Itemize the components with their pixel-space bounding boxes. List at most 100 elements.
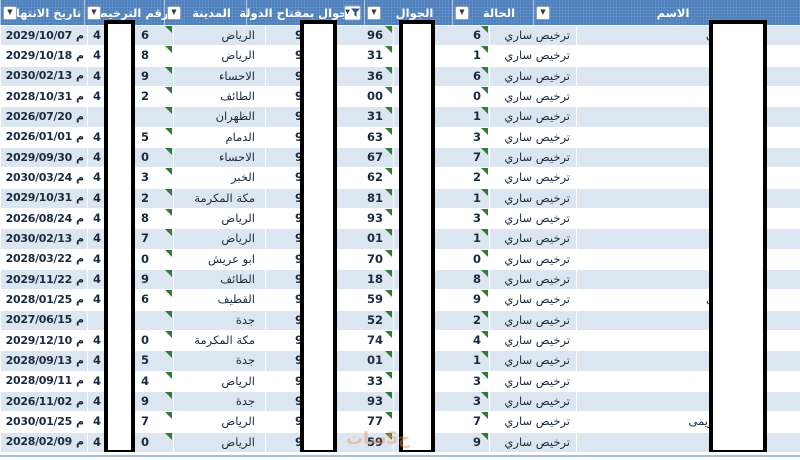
cell-status[interactable]: ترخيص ساري (489, 127, 576, 147)
cell-status[interactable]: ترخيص ساري (489, 106, 576, 126)
cell-expiry-date[interactable]: 2026/11/02 م (0, 391, 87, 411)
cell-city[interactable]: مكة المكرمة (173, 188, 265, 208)
filter-dropdown-icon[interactable]: ▼ (367, 5, 381, 20)
cell-status[interactable]: ترخيص ساري (489, 432, 576, 452)
cell-expiry-date[interactable]: 2029/12/10 م (0, 330, 87, 350)
status-value: ترخيص ساري (504, 48, 570, 63)
filter-dropdown-icon[interactable]: ▼ (167, 5, 181, 20)
cell-city[interactable]: الرياض (173, 45, 265, 65)
cell-expiry-date[interactable]: 2029/11/22 م (0, 269, 87, 289)
cell-city[interactable]: الطائف (173, 86, 265, 106)
cell-status[interactable]: ترخيص ساري (489, 188, 576, 208)
phone-intl-suffix: 81 (366, 190, 383, 205)
cell-city[interactable]: الرياض (173, 411, 265, 431)
cell-city[interactable]: جدة (173, 310, 265, 330)
cell-status[interactable]: ترخيص ساري (489, 269, 576, 289)
cell-expiry-date[interactable]: 2029/10/18 م (0, 45, 87, 65)
cell-status[interactable]: ترخيص ساري (489, 167, 576, 187)
cell-status[interactable]: ترخيص ساري (489, 147, 576, 167)
city-value: جدة (235, 394, 255, 409)
cell-expiry-date[interactable]: 2030/03/24 م (0, 167, 87, 187)
cell-expiry-date[interactable]: 2028/03/22 م (0, 249, 87, 269)
cell-city[interactable]: الاحساء (173, 66, 265, 86)
cell-status[interactable]: ترخيص ساري (489, 208, 576, 228)
cell-status[interactable]: ترخيص ساري (489, 330, 576, 350)
cell-expiry-date[interactable]: 2026/01/01 م (0, 127, 87, 147)
cell-status[interactable]: ترخيص ساري (489, 45, 576, 65)
cell-status[interactable]: ترخيص ساري (489, 310, 576, 330)
cell-status[interactable]: ترخيص ساري (489, 25, 576, 45)
license-first-digit: 4 (93, 394, 102, 409)
status-value: ترخيص ساري (504, 333, 570, 348)
cell-city[interactable]: الطائف (173, 269, 265, 289)
cell-status[interactable]: ترخيص ساري (489, 249, 576, 269)
status-value: ترخيص ساري (504, 68, 570, 83)
column-label-city: المدينة (192, 5, 231, 20)
cell-status[interactable]: ترخيص ساري (489, 391, 576, 411)
city-value: الرياض (221, 373, 255, 388)
cell-expiry-date[interactable]: 2029/09/30 م (0, 147, 87, 167)
number-stored-as-text-triangle (165, 26, 172, 33)
city-value: مكة المكرمة (194, 333, 255, 348)
cell-status[interactable]: ترخيص ساري (489, 289, 576, 309)
cell-city[interactable]: جدة (173, 391, 265, 411)
cell-city[interactable]: الرياض (173, 371, 265, 391)
filter-funnel-icon[interactable]: ▼ (344, 5, 361, 20)
cell-city[interactable]: الدمام (173, 127, 265, 147)
date-era-suffix: م (75, 333, 84, 347)
cell-status[interactable]: ترخيص ساري (489, 66, 576, 86)
filter-dropdown-icon[interactable]: ▼ (536, 5, 550, 20)
cell-city[interactable]: الرياض (173, 228, 265, 248)
sheet-bottom-edge (0, 452, 800, 460)
cell-expiry-date[interactable]: 2030/01/25 م (0, 411, 87, 431)
license-first-digit: 4 (93, 28, 102, 43)
cell-expiry-date[interactable]: 2026/08/24 م (0, 208, 87, 228)
cell-expiry-date[interactable]: 2028/01/25 م (0, 289, 87, 309)
cell-city[interactable]: الرياض (173, 432, 265, 452)
license-last-digit: 8 (141, 48, 150, 63)
license-first-digit: 4 (93, 170, 102, 185)
cell-expiry-date[interactable]: 2026/07/20 م (0, 106, 87, 126)
cell-expiry-date[interactable]: 2030/02/13 م (0, 66, 87, 86)
cell-expiry-date[interactable]: 2028/02/09 م (0, 432, 87, 452)
cell-expiry-date[interactable]: 2029/10/07 م (0, 25, 87, 45)
filter-dropdown-icon[interactable]: ▼ (3, 5, 17, 20)
cell-city[interactable]: جدة (173, 350, 265, 370)
filter-dropdown-icon[interactable]: ▼ (455, 5, 469, 20)
cell-city[interactable]: القطيف (173, 289, 265, 309)
cell-city[interactable]: الخبر (173, 167, 265, 187)
expiry-date-value: 2029/10/31 (5, 191, 73, 205)
cell-city[interactable]: الرياض (173, 25, 265, 45)
cell-expiry-date[interactable]: 2028/09/11 م (0, 371, 87, 391)
cell-city[interactable]: ابو عريش (173, 249, 265, 269)
filter-dropdown-icon[interactable]: ▼ (87, 5, 101, 20)
cell-status[interactable]: ترخيص ساري (489, 86, 576, 106)
cell-status[interactable]: ترخيص ساري (489, 350, 576, 370)
phone-intl-suffix: 77 (366, 414, 383, 429)
cell-expiry-date[interactable]: 2028/10/31 م (0, 86, 87, 106)
cell-expiry-date[interactable]: 2027/06/15 م (0, 310, 87, 330)
license-first-digit: 4 (93, 68, 102, 83)
number-stored-as-text-triangle (481, 269, 488, 277)
cell-status[interactable]: ترخيص ساري (489, 228, 576, 248)
number-stored-as-text-triangle (165, 290, 172, 298)
cell-expiry-date[interactable]: 2028/09/13 م (0, 350, 87, 370)
cell-city[interactable]: الظهران (173, 106, 265, 126)
phone-intl-suffix: 36 (366, 68, 383, 83)
number-stored-as-text-triangle (385, 229, 392, 237)
city-value: ابو عريش (207, 251, 255, 266)
cell-expiry-date[interactable]: 2029/10/31 م (0, 188, 87, 208)
license-last-digit: 6 (141, 292, 150, 307)
phone-intl-suffix: 18 (366, 272, 383, 287)
cell-status[interactable]: ترخيص ساري (489, 411, 576, 431)
cell-city[interactable]: الاحساء (173, 147, 265, 167)
number-stored-as-text-triangle (481, 432, 488, 440)
cell-city[interactable]: الرياض (173, 208, 265, 228)
cell-status[interactable]: ترخيص ساري (489, 371, 576, 391)
phone-suffix: 7 (472, 414, 481, 429)
date-era-suffix: م (75, 89, 84, 103)
license-last-digit: 0 (141, 333, 150, 348)
cell-expiry-date[interactable]: 2030/02/13 م (0, 228, 87, 248)
license-last-digit: 0 (141, 150, 150, 165)
cell-city[interactable]: مكة المكرمة (173, 330, 265, 350)
